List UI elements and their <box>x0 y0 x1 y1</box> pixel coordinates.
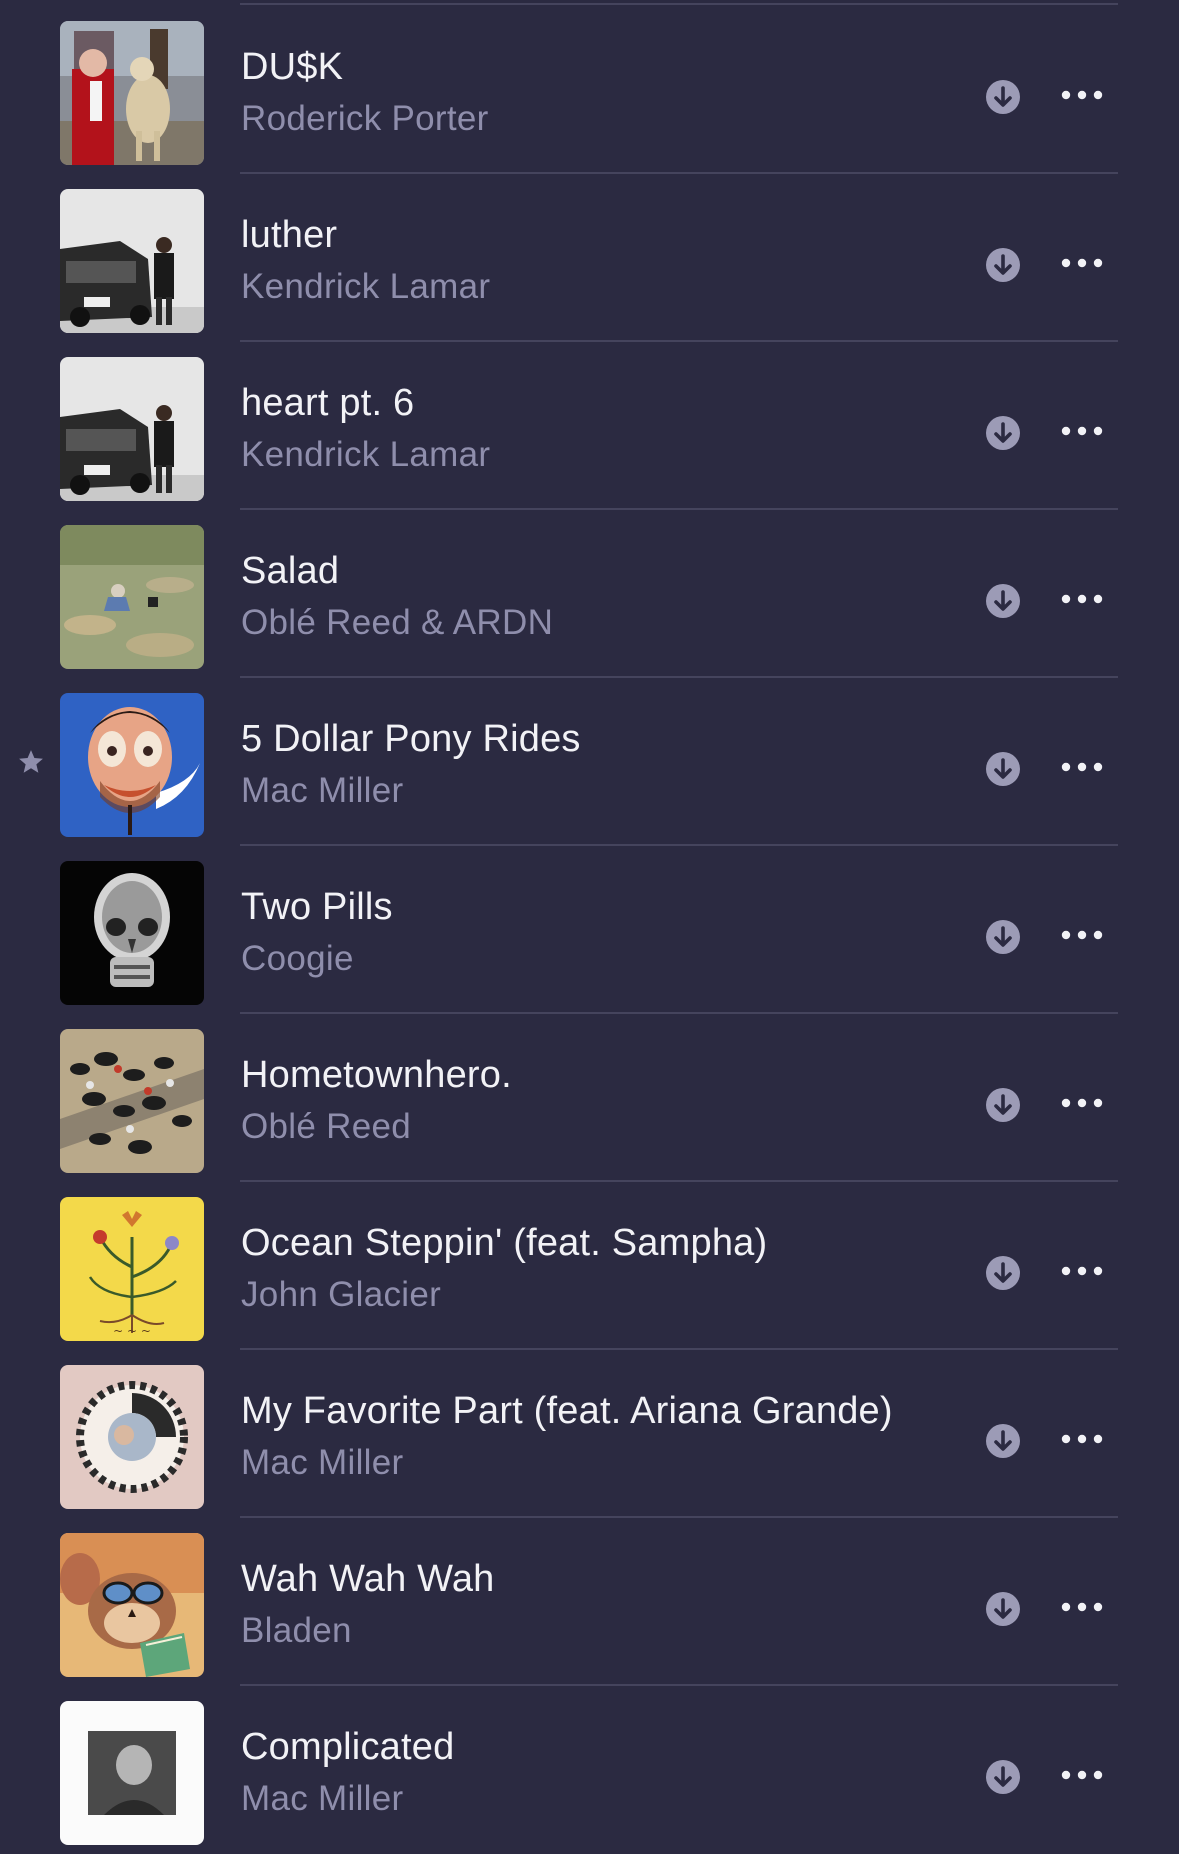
track-artist: Oblé Reed <box>241 1107 412 1146</box>
track-title: Salad <box>241 550 340 592</box>
track-row[interactable]: heart pt. 6 Kendrick Lamar <box>0 342 1179 510</box>
track-title: luther <box>241 214 338 256</box>
album-art <box>60 1701 204 1845</box>
track-artist: Mac Miller <box>241 1443 404 1482</box>
download-icon[interactable] <box>986 416 1020 450</box>
track-title: 5 Dollar Pony Rides <box>241 718 581 760</box>
download-icon[interactable] <box>986 248 1020 282</box>
track-title: heart pt. 6 <box>241 382 415 424</box>
more-options-icon[interactable] <box>1058 918 1106 952</box>
track-row[interactable]: ~ ~ ~ Ocean Steppin' (feat. Sampha) John… <box>0 1182 1179 1350</box>
track-artist: Roderick Porter <box>241 99 489 138</box>
track-title: My Favorite Part (feat. Ariana Grande) <box>241 1390 893 1432</box>
album-art <box>60 693 204 837</box>
download-icon[interactable] <box>986 1424 1020 1458</box>
album-art: ~ ~ ~ <box>60 1197 204 1341</box>
download-icon[interactable] <box>986 80 1020 114</box>
track-row[interactable]: My Favorite Part (feat. Ariana Grande) M… <box>0 1350 1179 1518</box>
track-artist: Kendrick Lamar <box>241 267 491 306</box>
track-artist: Kendrick Lamar <box>241 435 491 474</box>
top-separator <box>240 3 1118 5</box>
track-artist: John Glacier <box>241 1275 442 1314</box>
album-art <box>60 861 204 1005</box>
track-row[interactable]: DU$K Roderick Porter <box>0 6 1179 174</box>
track-title: Wah Wah Wah <box>241 1558 495 1600</box>
more-options-icon[interactable] <box>1058 750 1106 784</box>
more-options-icon[interactable] <box>1058 1086 1106 1120</box>
more-options-icon[interactable] <box>1058 1422 1106 1456</box>
track-row[interactable]: Complicated Mac Miller <box>0 1686 1179 1854</box>
track-artist: Coogie <box>241 939 354 978</box>
track-artist: Mac Miller <box>241 771 404 810</box>
download-icon[interactable] <box>986 584 1020 618</box>
track-row[interactable]: Salad Oblé Reed & ARDN <box>0 510 1179 678</box>
download-icon[interactable] <box>986 1088 1020 1122</box>
track-title: Two Pills <box>241 886 393 928</box>
album-art <box>60 189 204 333</box>
download-icon[interactable] <box>986 920 1020 954</box>
track-row[interactable]: Hometownhero. Oblé Reed <box>0 1014 1179 1182</box>
download-icon[interactable] <box>986 1592 1020 1626</box>
track-title: Ocean Steppin' (feat. Sampha) <box>241 1222 768 1264</box>
track-title: Hometownhero. <box>241 1054 512 1096</box>
more-options-icon[interactable] <box>1058 1758 1106 1792</box>
track-row[interactable]: luther Kendrick Lamar <box>0 174 1179 342</box>
download-icon[interactable] <box>986 1760 1020 1794</box>
album-art <box>60 525 204 669</box>
more-options-icon[interactable] <box>1058 78 1106 112</box>
track-artist: Mac Miller <box>241 1779 404 1818</box>
track-row[interactable]: 5 Dollar Pony Rides Mac Miller <box>0 678 1179 846</box>
more-options-icon[interactable] <box>1058 1254 1106 1288</box>
more-options-icon[interactable] <box>1058 582 1106 616</box>
download-icon[interactable] <box>986 1256 1020 1290</box>
track-artist: Oblé Reed & ARDN <box>241 603 554 642</box>
track-artist: Bladen <box>241 1611 352 1650</box>
album-art <box>60 1365 204 1509</box>
track-row[interactable]: Two Pills Coogie <box>0 846 1179 1014</box>
album-art <box>60 1029 204 1173</box>
album-art <box>60 21 204 165</box>
more-options-icon[interactable] <box>1058 246 1106 280</box>
track-title: DU$K <box>241 46 344 88</box>
favorite-star-icon <box>17 748 45 776</box>
more-options-icon[interactable] <box>1058 414 1106 448</box>
track-row[interactable]: Wah Wah Wah Bladen <box>0 1518 1179 1686</box>
download-icon[interactable] <box>986 752 1020 786</box>
album-art <box>60 357 204 501</box>
album-art <box>60 1533 204 1677</box>
svg-text:~ ~ ~: ~ ~ ~ <box>113 1324 151 1338</box>
track-title: Complicated <box>241 1726 455 1768</box>
track-list: DU$K Roderick Porter luther Kendrick Lam… <box>0 0 1179 1852</box>
more-options-icon[interactable] <box>1058 1590 1106 1624</box>
